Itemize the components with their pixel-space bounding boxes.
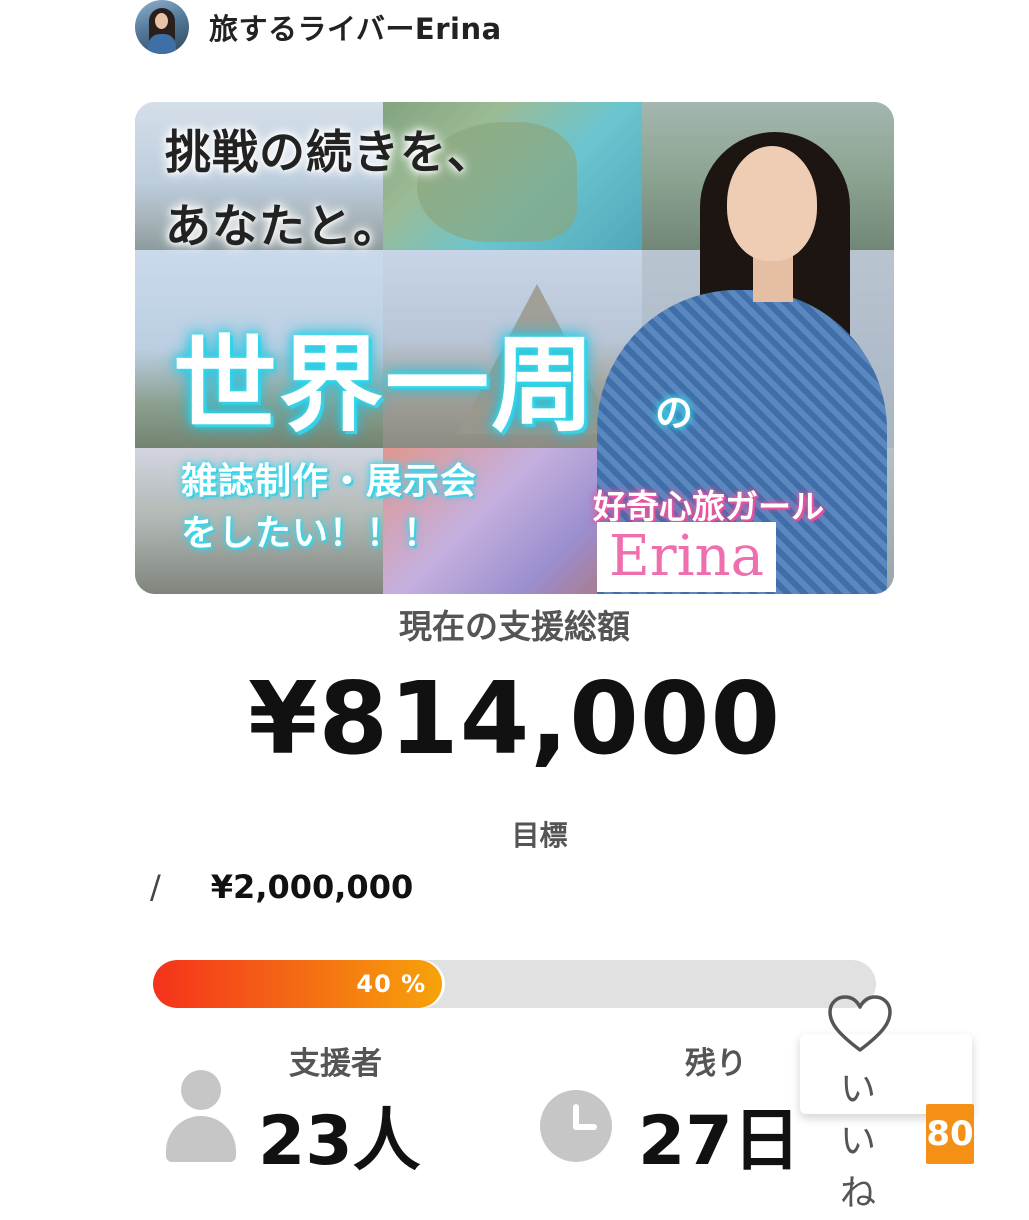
total-support-label: 現在の支援総額 <box>399 607 630 646</box>
avatar-body <box>148 34 176 54</box>
author-name[interactable]: 旅するライバーErina <box>209 6 502 48</box>
total-support-amount: ¥814,000 <box>247 660 782 777</box>
like-count-badge: 80 <box>926 1104 974 1164</box>
backers-label: 支援者 <box>289 1046 382 1082</box>
remaining-label: 残り <box>685 1046 747 1082</box>
backers-person-icon <box>166 1070 236 1162</box>
progress-bar: 40 % <box>153 960 876 1008</box>
person-icon-head <box>181 1070 221 1110</box>
progress-percent-label: 40 % <box>356 970 427 998</box>
project-hero-image: 挑戦の続きを、 あなたと。 世界一周 の 雑誌制作・展示会 をしたい！！！ 好奇… <box>135 102 894 594</box>
avatar-face <box>155 13 168 29</box>
hero-subtitle-line2: をしたい！！！ <box>181 512 441 554</box>
goal-amount: ¥2,000,000 <box>210 868 414 906</box>
remaining-days: 27日 <box>638 1102 801 1181</box>
backers-count: 23人 <box>258 1102 421 1181</box>
author-avatar[interactable] <box>135 0 189 54</box>
person-icon-shoulders <box>166 1116 236 1162</box>
author-bar[interactable]: 旅するライバーErina <box>135 0 502 54</box>
clock-hand-minute <box>573 1124 597 1130</box>
hero-subtitle-line1: 雑誌制作・展示会 <box>181 460 478 502</box>
goal-row: / ¥2,000,000 <box>150 868 413 906</box>
hero-headline-line1: 挑戦の続きを、 <box>165 125 494 179</box>
hero-name-plate: Erina <box>597 522 777 592</box>
hero-tagline: 好奇心旅ガール <box>593 487 824 526</box>
hero-title-particle: の <box>655 390 694 435</box>
hero-headline-line2: あなたと。 <box>165 199 400 253</box>
clock-icon <box>540 1090 612 1162</box>
progress-fill: 40 % <box>153 960 443 1008</box>
like-label[interactable]: いいね <box>836 1064 880 1220</box>
heart-icon[interactable] <box>826 994 894 1056</box>
goal-label: 目標 <box>511 819 568 852</box>
person-face <box>727 146 817 261</box>
hero-big-title: 世界一周 <box>173 323 598 446</box>
goal-slash: / <box>150 868 161 906</box>
